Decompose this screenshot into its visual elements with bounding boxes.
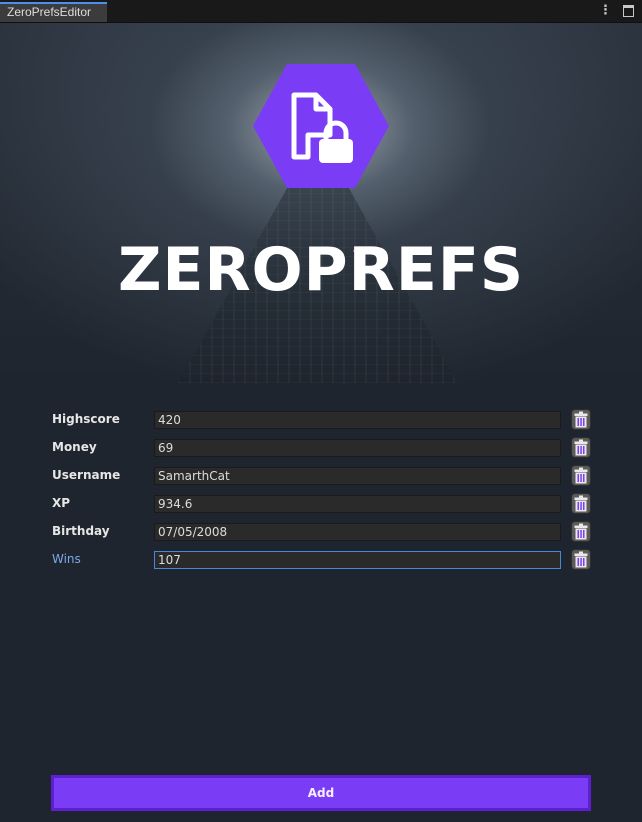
pref-value-field[interactable]: 420 (154, 411, 561, 429)
header-banner: ZEROPREFS (0, 23, 642, 383)
trash-icon (574, 523, 588, 540)
add-button[interactable]: Add (51, 775, 591, 811)
editor-window: ZEROPREFS Highscore 420 Money 69 Usernam… (0, 23, 642, 822)
pref-key-label: Wins (52, 552, 81, 566)
pref-key-label: Username (52, 468, 121, 482)
window-actions: ⋮ (591, 3, 634, 18)
pref-row: Highscore 420 (0, 409, 642, 431)
trash-icon (574, 467, 588, 484)
trash-icon (574, 439, 588, 456)
pref-value-field[interactable]: 07/05/2008 (154, 523, 561, 541)
delete-button[interactable] (571, 465, 591, 486)
delete-button[interactable] (571, 549, 591, 570)
pref-row: Wins 107 (0, 549, 642, 571)
trash-icon (574, 411, 588, 428)
pref-key-label: Highscore (52, 412, 120, 426)
pref-value-field[interactable]: SamarthCat (154, 467, 561, 485)
more-options-icon[interactable]: ⋮ (599, 3, 612, 18)
delete-button[interactable] (571, 521, 591, 542)
pref-row: Username SamarthCat (0, 465, 642, 487)
pref-row: Money 69 (0, 437, 642, 459)
tab-zeroprefs-editor[interactable]: ZeroPrefsEditor (0, 2, 107, 22)
maximize-icon[interactable] (623, 4, 634, 17)
pref-key-label: Birthday (52, 524, 110, 538)
trash-icon (574, 495, 588, 512)
pref-value-field[interactable]: 107 (154, 551, 561, 569)
file-lock-icon (291, 92, 353, 163)
delete-button[interactable] (571, 409, 591, 430)
pref-row: XP 934.6 (0, 493, 642, 515)
pref-key-label: XP (52, 496, 71, 510)
tab-bar: ZeroPrefsEditor ⋮ (0, 0, 642, 23)
pref-key-label: Money (52, 440, 97, 454)
delete-button[interactable] (571, 493, 591, 514)
pref-row: Birthday 07/05/2008 (0, 521, 642, 543)
pref-value-field[interactable]: 934.6 (154, 495, 561, 513)
trash-icon (574, 551, 588, 568)
pref-value-field[interactable]: 69 (154, 439, 561, 457)
delete-button[interactable] (571, 437, 591, 458)
brand-title: ZEROPREFS (117, 235, 525, 305)
